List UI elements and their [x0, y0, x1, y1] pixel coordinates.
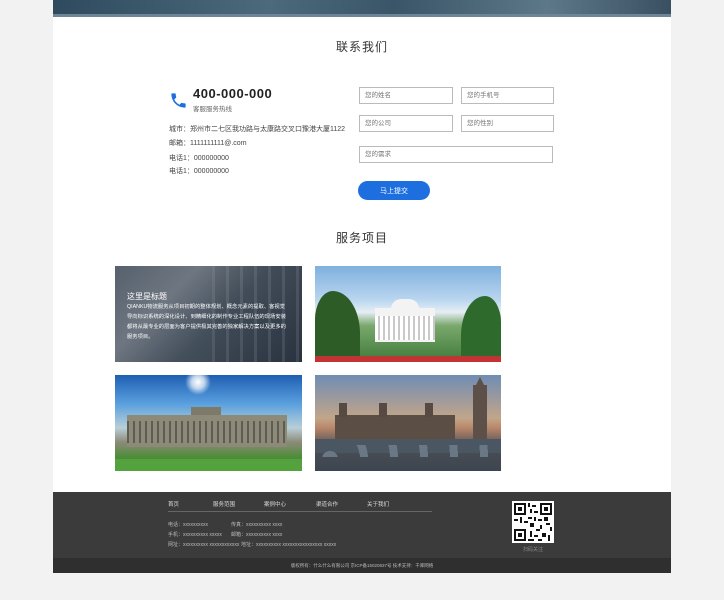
spire [379, 403, 387, 417]
card-description: QIANKU物流服务从项目初期的整体规划、概念元素的提取、客视觉导向标识系统的深… [127, 304, 286, 340]
services-section-title: 服务项目 [335, 231, 388, 245]
tree [315, 291, 360, 362]
footer-address: 地址：xxxxxxxxxx xxxxxxxxxxxxxxxx xxxxx [241, 541, 336, 548]
service-card-4-london-image[interactable] [315, 375, 501, 471]
phone-text-2: 电话1：000000000 [169, 168, 229, 175]
city-address: 城市：郑州市二七区我功路与太康路交叉口豫港大厦1122 [169, 126, 346, 133]
service-card-1[interactable]: 这里是标题 QIANKU物流服务从项目初期的整体规划、概念元素的提取、客视觉导向… [115, 266, 302, 362]
phone-text-1: 电话1：000000000 [169, 155, 229, 162]
footer-nav-channel[interactable]: 渠道合作 [316, 500, 338, 508]
footer-address-label: 地址： [241, 542, 257, 548]
footer-mobile-value: xxxxxxxxxx xxxxx [183, 532, 222, 538]
sun [185, 375, 211, 395]
footer-email-label: 邮箱： [231, 532, 247, 538]
clock-tower [473, 385, 487, 441]
service-card-3-palace-image[interactable] [115, 375, 302, 471]
name-input[interactable] [359, 87, 453, 104]
flower-bed [315, 356, 501, 362]
lawn [115, 459, 302, 471]
hotline-label: 客服服务热线 [193, 106, 232, 113]
gender-input[interactable] [461, 115, 554, 132]
footer-mobile: 手机：xxxxxxxxxx xxxxx [168, 531, 222, 538]
footer-phone: 电话：xxxxxxxxxx [168, 521, 208, 528]
service-card-2-white-house-image[interactable] [315, 266, 501, 362]
submit-button[interactable]: 马上提交 [358, 181, 430, 200]
palace-windows [127, 421, 287, 443]
footer-email-value: xxxxxxxxxx xxxx [246, 532, 283, 538]
tree [461, 296, 501, 362]
footer-website-value: xxxxxxxxxx xxxxxxxxxxxx [183, 542, 240, 548]
phone-icon [171, 93, 186, 108]
footer-mobile-label: 手机： [168, 532, 184, 538]
footer-nav-about[interactable]: 关于我们 [367, 500, 389, 508]
email-text: 邮箱：1111111111@.com [169, 140, 247, 147]
company-input[interactable] [359, 115, 453, 132]
footer-address-value: xxxxxxxxxx xxxxxxxxxxxxxxxx xxxxx [256, 542, 337, 548]
columns [375, 316, 435, 340]
footer-phone-value: xxxxxxxxxx [183, 522, 209, 528]
footer-email: 邮箱：xxxxxxxxxx xxxx [231, 531, 282, 538]
footer-website-label: 网址： [168, 542, 184, 548]
footer-fax-label: 传真： [231, 522, 247, 528]
card-title: 这里是标题 [127, 292, 167, 301]
parliament-building [335, 415, 455, 439]
footer-website: 网址：xxxxxxxxxx xxxxxxxxxxxx [168, 541, 239, 548]
footer-divider [168, 511, 432, 512]
bridge-arches [315, 445, 501, 457]
footer-nav-home[interactable]: 首页 [168, 500, 179, 508]
hero-banner-image [53, 0, 671, 17]
demand-input[interactable] [359, 146, 553, 163]
spire [425, 403, 433, 417]
qr-code-image [512, 501, 554, 543]
spire [339, 403, 347, 417]
contact-section-title: 联系我们 [335, 40, 388, 54]
qr-code-label: 扫码关注 [522, 547, 543, 553]
footer-nav-services[interactable]: 服务范围 [213, 500, 235, 508]
phone-input[interactable] [461, 87, 554, 104]
footer-fax-value: xxxxxxxxxx xxxx [246, 522, 283, 528]
footer-phone-label: 电话： [168, 522, 184, 528]
copyright-text: 版权所有：什么什么有限公司 京ICP备15020837号 技术支持：千库网络 [290, 563, 434, 568]
footer-nav-cases[interactable]: 案例中心 [264, 500, 286, 508]
hotline-number: 400-000-000 [193, 86, 273, 101]
footer-fax: 传真：xxxxxxxxxx xxxx [231, 521, 282, 528]
